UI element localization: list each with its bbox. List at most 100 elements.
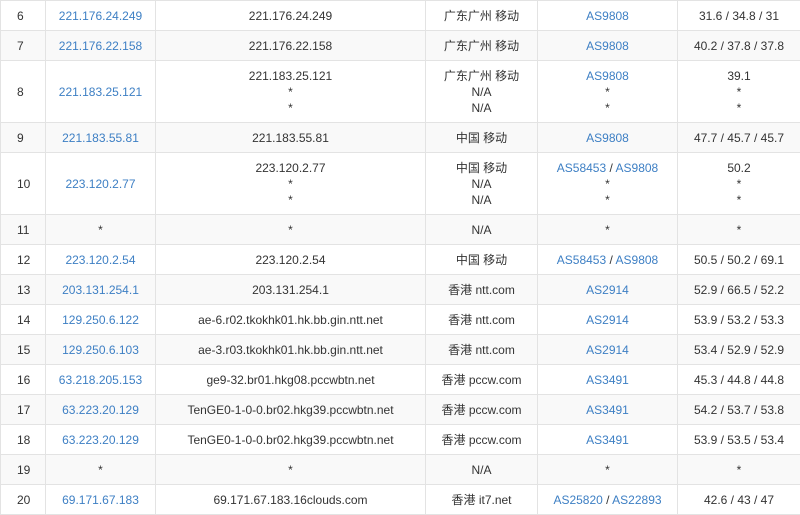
hostname-cell: ae-6.r02.tkokhk01.hk.bb.gin.ntt.net xyxy=(156,305,426,335)
asn-text: * xyxy=(605,193,610,207)
asn-line: * xyxy=(542,176,673,192)
ip-link[interactable]: 63.223.20.129 xyxy=(62,403,139,417)
asn-link[interactable]: AS2914 xyxy=(586,313,629,327)
ip-cell: 221.176.24.249 xyxy=(46,1,156,31)
hostname: 223.120.2.54 xyxy=(160,252,421,268)
asn-link[interactable]: AS58453 xyxy=(557,253,606,267)
location: N/A xyxy=(430,462,533,478)
hostname: ae-6.r02.tkokhk01.hk.bb.gin.ntt.net xyxy=(160,312,421,328)
asn-link[interactable]: AS9808 xyxy=(586,131,629,145)
asn-link[interactable]: AS9808 xyxy=(616,253,659,267)
hostname: * xyxy=(160,222,421,238)
asn-link[interactable]: AS2914 xyxy=(586,283,629,297)
traceroute-table: 6221.176.24.249221.176.24.249广东广州 移动AS98… xyxy=(0,0,800,515)
table-row: 7 221.176.22.158 221.176.22.158 广东广州 移动 AS98… xyxy=(1,31,800,61)
asn-cell: AS2914 xyxy=(538,305,678,335)
hop-number: 10 xyxy=(17,177,30,191)
hop-number-cell: 10 xyxy=(1,153,46,215)
asn-link[interactable]: AS3491 xyxy=(586,433,629,447)
hop-number-cell: 17 xyxy=(1,395,46,425)
ip-link[interactable]: 221.183.55.81 xyxy=(62,131,139,145)
location: 广东广州 移动 xyxy=(430,38,533,54)
location: N/A xyxy=(430,100,533,116)
hop-number: 20 xyxy=(17,493,30,507)
hostname: 221.176.22.158 xyxy=(160,38,421,54)
asn-cell: AS2914 xyxy=(538,275,678,305)
table-row: 13203.131.254.1203.131.254.1香港 ntt.comAS… xyxy=(1,275,800,305)
asn-cell: AS3491 xyxy=(538,395,678,425)
hop-number-cell: 11 xyxy=(1,215,46,245)
ip-link[interactable]: 203.131.254.1 xyxy=(62,283,139,297)
hostname-cell: 221.183.25.121** xyxy=(156,61,426,123)
hop-number-cell: 18 xyxy=(1,425,46,455)
location-cell: 香港 ntt.com xyxy=(426,335,538,365)
ip-link[interactable]: 63.218.205.153 xyxy=(59,373,142,387)
latency: 53.9 / 53.5 / 53.4 xyxy=(682,432,796,448)
latency: 40.2 / 37.8 / 37.8 xyxy=(682,38,796,54)
location: 广东广州 移动 xyxy=(430,68,533,84)
ip-link[interactable]: 129.250.6.103 xyxy=(62,343,139,357)
ip-link[interactable]: 69.171.67.183 xyxy=(62,493,139,507)
latency: * xyxy=(682,176,796,192)
asn-line: AS58453 / AS9808 xyxy=(542,160,673,176)
asn-link[interactable]: AS9808 xyxy=(586,69,629,83)
location-cell: 广东广州 移动 xyxy=(426,31,538,61)
location: 香港 ntt.com xyxy=(430,342,533,358)
table-row: 6221.176.24.249221.176.24.249广东广州 移动AS98… xyxy=(1,1,800,31)
asn-cell: AS3491 xyxy=(538,425,678,455)
asn-cell: AS25820 / AS22893 xyxy=(538,485,678,515)
hostname: * xyxy=(160,100,421,116)
ip-link[interactable]: 129.250.6.122 xyxy=(62,313,139,327)
ip-cell: 221.183.25.121 xyxy=(46,61,156,123)
asn-line: AS25820 / AS22893 xyxy=(542,492,673,508)
table-row: 14 129.250.6.122 ae-6.r02.tkokhk01.hk.bb.g… xyxy=(1,305,800,335)
ip-link[interactable]: 221.183.25.121 xyxy=(59,85,142,99)
asn-cell: AS3491 xyxy=(538,365,678,395)
latency: 53.4 / 52.9 / 52.9 xyxy=(682,342,796,358)
hostname-cell: TenGE0-1-0-0.br02.hkg39.pccwbtn.net xyxy=(156,395,426,425)
asn-line: AS3491 xyxy=(542,372,673,388)
ip-cell: 223.120.2.77 xyxy=(46,153,156,215)
latency-cell: 54.2 / 53.7 / 53.8 xyxy=(678,395,800,425)
asn-link[interactable]: AS22893 xyxy=(612,493,661,507)
location-cell: 广东广州 移动N/AN/A xyxy=(426,61,538,123)
asn-cell: AS58453 / AS9808 xyxy=(538,245,678,275)
asn-link[interactable]: AS3491 xyxy=(586,373,629,387)
hop-number: 14 xyxy=(17,313,30,327)
ip-link[interactable]: 223.120.2.54 xyxy=(65,253,135,267)
hop-number: 11 xyxy=(17,223,29,237)
latency: 54.2 / 53.7 / 53.8 xyxy=(682,402,796,418)
asn-link[interactable]: AS25820 xyxy=(553,493,602,507)
location-cell: 中国 移动 xyxy=(426,123,538,153)
ip-link[interactable]: 221.176.22.158 xyxy=(59,39,142,53)
location: N/A xyxy=(430,84,533,100)
hostname-cell: * xyxy=(156,455,426,485)
asn-line: * xyxy=(542,84,673,100)
hop-number: 8 xyxy=(17,85,24,99)
location: N/A xyxy=(430,192,533,208)
ip-cell: * xyxy=(46,215,156,245)
asn-link[interactable]: AS9808 xyxy=(616,161,659,175)
hop-number-cell: 7 xyxy=(1,31,46,61)
latency: * xyxy=(682,222,796,238)
hop-number: 12 xyxy=(17,253,30,267)
asn-cell: AS9808 xyxy=(538,31,678,61)
ip-link[interactable]: 63.223.20.129 xyxy=(62,433,139,447)
asn-link[interactable]: AS9808 xyxy=(586,9,629,23)
hop-number: 13 xyxy=(17,283,30,297)
ip-link[interactable]: 223.120.2.77 xyxy=(65,177,135,191)
asn-link[interactable]: AS58453 xyxy=(557,161,606,175)
asn-link[interactable]: AS2914 xyxy=(586,343,629,357)
asn-line: * xyxy=(542,192,673,208)
asn-cell: * xyxy=(538,455,678,485)
asn-link[interactable]: AS9808 xyxy=(586,39,629,53)
latency-cell: 52.9 / 66.5 / 52.2 xyxy=(678,275,800,305)
asn-link[interactable]: AS3491 xyxy=(586,403,629,417)
location: 香港 ntt.com xyxy=(430,282,533,298)
hop-number-cell: 14 xyxy=(1,305,46,335)
hop-number: 15 xyxy=(17,343,30,357)
ip-cell: 223.120.2.54 xyxy=(46,245,156,275)
latency-cell: 50.5 / 50.2 / 69.1 xyxy=(678,245,800,275)
ip-link[interactable]: 221.176.24.249 xyxy=(59,9,142,23)
hop-number-cell: 12 xyxy=(1,245,46,275)
